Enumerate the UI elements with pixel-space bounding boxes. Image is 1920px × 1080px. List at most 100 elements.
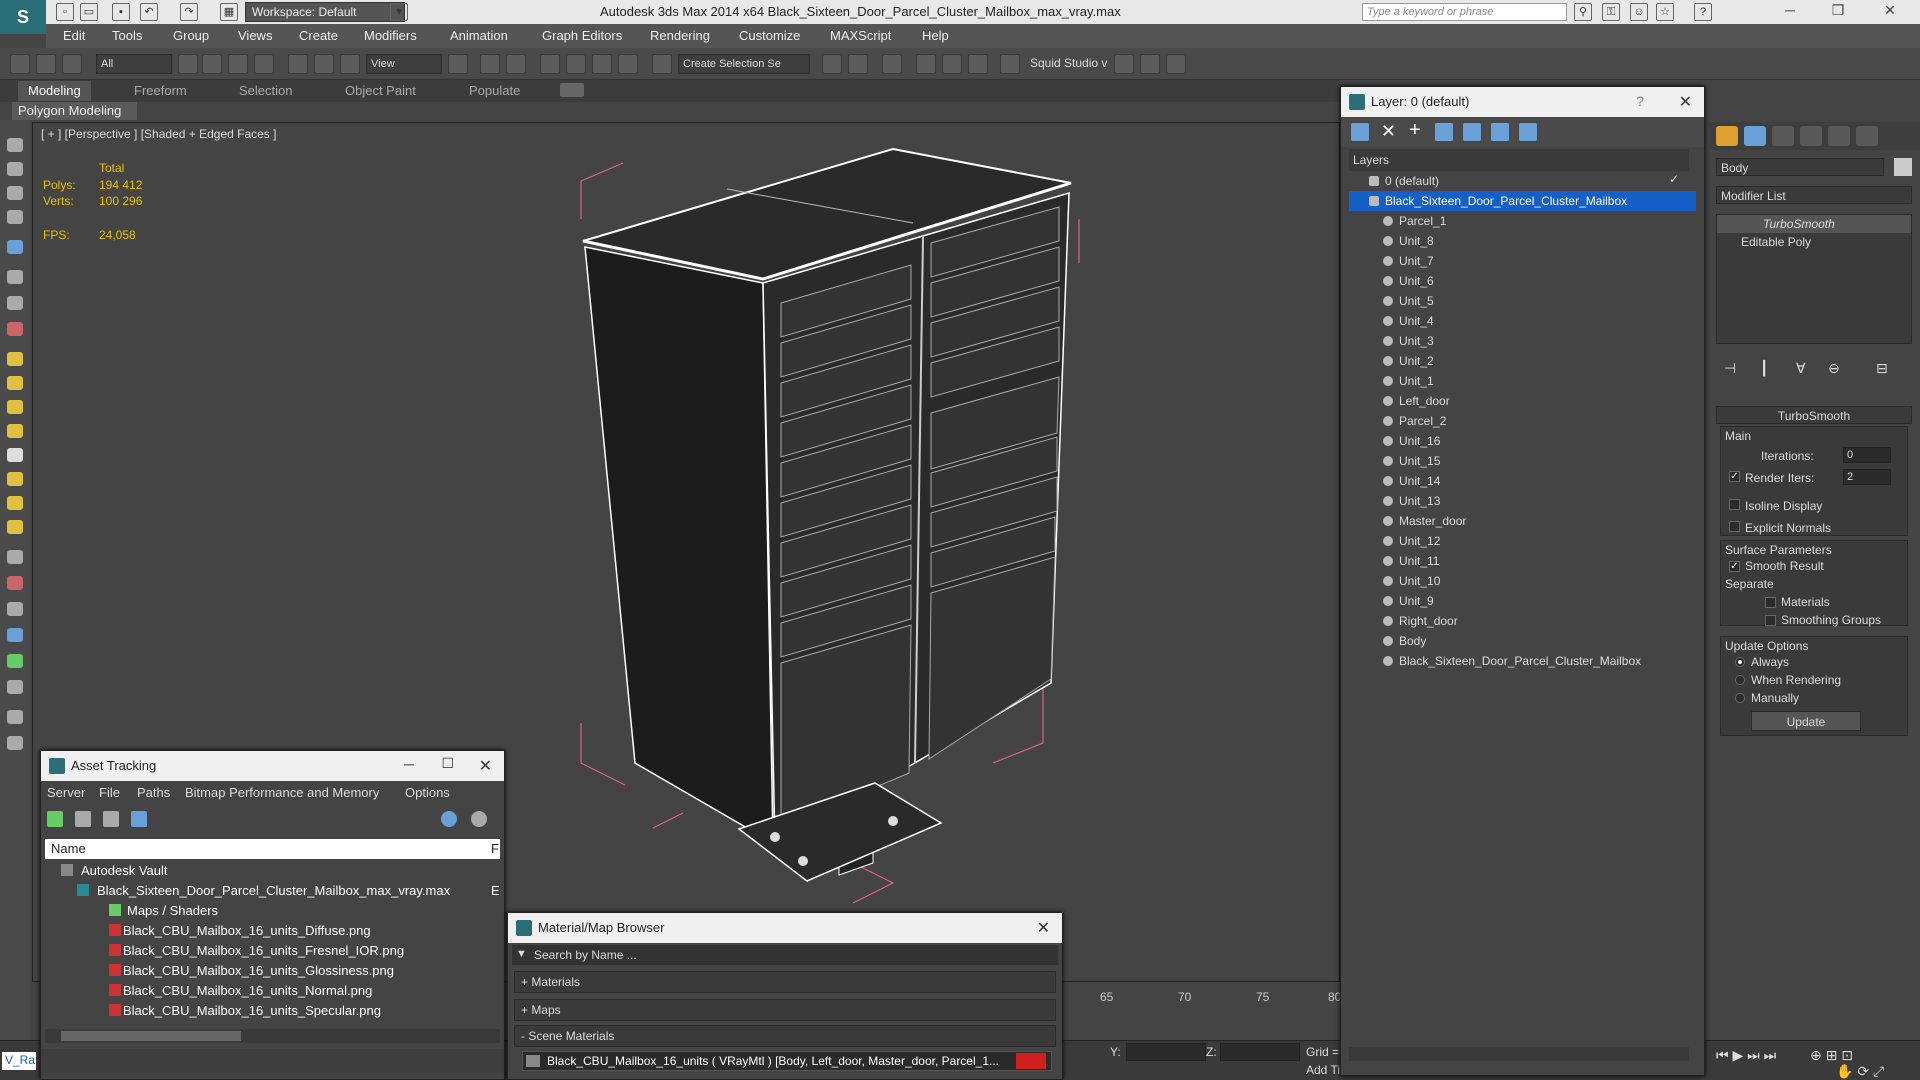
layer-object-row[interactable]: Unit_10: [1349, 571, 1696, 591]
pivot-center-icon[interactable]: [448, 54, 468, 74]
layer-object-row[interactable]: Unit_16: [1349, 431, 1696, 451]
rotate-icon[interactable]: [314, 54, 334, 74]
asset-tracking-window[interactable]: Asset Tracking ─ ☐ ✕ Server File Paths B…: [40, 750, 505, 1080]
motion-tab-icon[interactable]: [1800, 126, 1822, 146]
select-by-name-icon[interactable]: [202, 54, 222, 74]
link-icon[interactable]: [10, 54, 30, 74]
materials-checkbox[interactable]: [1765, 597, 1776, 608]
name-column-header[interactable]: Name F: [45, 839, 500, 859]
selection-filter-dropdown[interactable]: All: [96, 54, 172, 74]
menu-views[interactable]: Views: [238, 28, 272, 43]
snaps-toggle-icon[interactable]: [540, 54, 560, 74]
undo-icon[interactable]: ↶: [140, 3, 158, 21]
isoline-checkbox[interactable]: [1729, 499, 1740, 510]
hierarchy-tool-icon[interactable]: [7, 710, 23, 724]
layer-object-row[interactable]: Left_door: [1349, 391, 1696, 411]
edit-named-selection-icon[interactable]: [652, 54, 672, 74]
edit-tool-icon[interactable]: [7, 162, 23, 176]
stack-item-turbosmooth[interactable]: TurboSmooth: [1717, 215, 1911, 233]
menu-animation[interactable]: Animation: [450, 28, 508, 43]
sphere-tool-icon[interactable]: [7, 240, 23, 254]
display-tab-icon[interactable]: [1828, 126, 1850, 146]
asset-menu-file[interactable]: File: [99, 785, 120, 800]
tab-freeform[interactable]: Freeform: [134, 83, 187, 98]
table-view-icon[interactable]: [131, 811, 147, 827]
grid-tool-icon[interactable]: [7, 210, 23, 224]
render-production-icon[interactable]: [1166, 54, 1186, 74]
render-iters-checkbox[interactable]: ✓: [1729, 471, 1740, 482]
create-tab-icon[interactable]: [1716, 126, 1738, 146]
select-object-icon[interactable]: [178, 54, 198, 74]
layer-object-row[interactable]: Unit_11: [1349, 551, 1696, 571]
percent-snap-icon[interactable]: [592, 54, 612, 74]
select-manipulate-icon[interactable]: [480, 54, 500, 74]
configure-sets-icon[interactable]: ⊟: [1876, 360, 1888, 377]
menu-graph-editors[interactable]: Graph Editors: [542, 28, 622, 43]
thumbnail-view-icon[interactable]: [103, 811, 119, 827]
scene-materials-section[interactable]: - Scene Materials: [514, 1025, 1056, 1047]
update-button[interactable]: Update: [1751, 711, 1861, 731]
menu-rendering[interactable]: Rendering: [650, 28, 710, 43]
scroll-thumb[interactable]: [61, 1031, 241, 1041]
layer-manager-icon[interactable]: [882, 54, 902, 74]
maps-section[interactable]: + Maps: [514, 999, 1056, 1021]
layer-object-row[interactable]: Unit_13: [1349, 491, 1696, 511]
mirror-icon[interactable]: [822, 54, 842, 74]
highlight-layer-icon[interactable]: [1463, 123, 1481, 141]
schematic-view-icon[interactable]: [968, 54, 988, 74]
make-unique-icon[interactable]: ∀: [1796, 360, 1806, 377]
always-radio[interactable]: [1735, 657, 1745, 667]
minimize-button[interactable]: ─: [404, 756, 414, 772]
help-icon[interactable]: ?: [1694, 3, 1712, 21]
material-browser-close-icon[interactable]: ✕: [1037, 918, 1050, 938]
reference-coord-dropdown[interactable]: View: [366, 54, 442, 74]
layer-window-titlebar[interactable]: Layer: 0 (default) ? ✕: [1341, 87, 1704, 117]
cylinder-tool-icon[interactable]: [7, 376, 23, 390]
settings-icon[interactable]: [471, 811, 487, 827]
layer-explorer-window[interactable]: Layer: 0 (default) ? ✕ ✕ + Layers 0 (def…: [1340, 86, 1705, 1076]
layer-object-row[interactable]: Black_Sixteen_Door_Parcel_Cluster_Mailbo…: [1349, 651, 1696, 671]
layer-object-row[interactable]: Parcel_2: [1349, 411, 1696, 431]
tree-max-file[interactable]: Black_Sixteen_Door_Parcel_Cluster_Mailbo…: [77, 881, 500, 901]
menu-maxscript[interactable]: MAXScript: [830, 28, 891, 43]
new-file-icon[interactable]: ▫: [56, 3, 74, 21]
asset-menu-paths[interactable]: Paths: [137, 785, 170, 800]
hide-layers-icon[interactable]: [1491, 123, 1509, 141]
maximize-button[interactable]: ❐: [1818, 2, 1858, 22]
redo-icon[interactable]: ↷: [180, 3, 198, 21]
named-selection-dropdown[interactable]: Create Selection Se: [678, 54, 810, 74]
layer-object-row[interactable]: Unit_8: [1349, 231, 1696, 251]
layer-object-row[interactable]: Unit_2: [1349, 351, 1696, 371]
teapot-tool-icon[interactable]: [7, 496, 23, 510]
object-name-field[interactable]: Body: [1716, 158, 1884, 176]
layer-object-row[interactable]: Unit_9: [1349, 591, 1696, 611]
add-selected-icon[interactable]: +: [1409, 119, 1421, 142]
user-icon[interactable]: ☺: [1630, 3, 1648, 21]
connect-tool-icon[interactable]: [7, 270, 23, 284]
minimize-button[interactable]: ─: [1770, 2, 1810, 22]
systems-tool-icon[interactable]: [7, 602, 23, 616]
scene-material-item[interactable]: Black_CBU_Mailbox_16_units ( VRayMtl ) […: [522, 1051, 1052, 1071]
menu-help[interactable]: Help: [922, 28, 949, 43]
menu-group[interactable]: Group: [173, 28, 209, 43]
box-tool-icon[interactable]: [7, 352, 23, 366]
helper-tool-icon[interactable]: [7, 550, 23, 564]
smooth-result-checkbox[interactable]: ✓: [1729, 561, 1740, 572]
select-layer-icon[interactable]: [1435, 123, 1453, 141]
asset-menu-bitmap[interactable]: Bitmap Performance and Memory: [185, 785, 379, 800]
bones-tool-icon[interactable]: [7, 680, 23, 694]
scale-icon[interactable]: [340, 54, 360, 74]
hierarchy-tab-icon[interactable]: [1772, 126, 1794, 146]
spinner-snap-icon[interactable]: [618, 54, 638, 74]
stack-item-editable-poly[interactable]: Editable Poly: [1717, 233, 1911, 251]
asset-tracking-titlebar[interactable]: Asset Tracking ─ ☐ ✕: [41, 751, 504, 781]
asset-hscrollbar[interactable]: [45, 1029, 500, 1043]
workspace-dropdown[interactable]: Workspace: Default: [245, 2, 405, 22]
paint-tool-icon[interactable]: [7, 322, 23, 336]
menu-modifiers[interactable]: Modifiers: [364, 28, 417, 43]
layer-row-default[interactable]: 0 (default) ✓: [1349, 171, 1696, 191]
open-file-icon[interactable]: ▭: [80, 3, 98, 21]
zoom-icon[interactable]: ⊕ ⊞ ⊡: [1810, 1047, 1853, 1064]
asset-tracking-close-icon[interactable]: ✕: [479, 756, 492, 776]
create-layer-icon[interactable]: [1351, 123, 1369, 141]
